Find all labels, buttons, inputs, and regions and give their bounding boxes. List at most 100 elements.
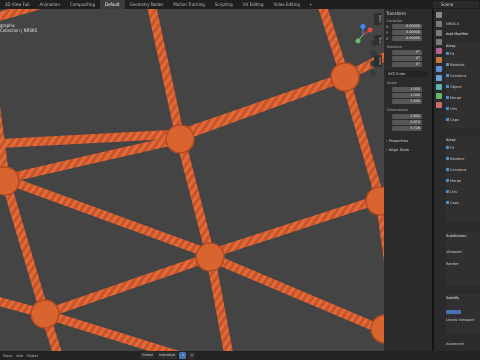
sidebar-tab-tool[interactable]: Tool bbox=[374, 34, 382, 46]
subdivision-name[interactable]: Subdivision bbox=[446, 234, 467, 238]
proportional-edit-icon[interactable]: ◎ bbox=[188, 352, 196, 359]
modifier-row-constant[interactable]: Constant bbox=[446, 168, 466, 172]
tab-3d-view-full[interactable]: 3D View Full bbox=[0, 0, 35, 9]
location-z-field[interactable]: 0.00000 bbox=[392, 36, 422, 41]
rotation-mode-select[interactable]: XYZ Euler bbox=[386, 71, 428, 77]
checkbox-icon[interactable] bbox=[446, 179, 449, 182]
output-icon[interactable] bbox=[435, 30, 442, 36]
modifier-row-label: UVs bbox=[450, 190, 457, 194]
modifier-row-uvs[interactable]: UVs bbox=[446, 190, 457, 194]
modifier-row-merge[interactable]: Merge bbox=[446, 96, 461, 100]
modifier-row-fit[interactable]: Fit bbox=[446, 146, 454, 150]
modifier-row-label: Merge bbox=[450, 179, 462, 183]
modifier-row-caps[interactable]: Caps bbox=[446, 201, 459, 205]
properties-section[interactable]: › Properties bbox=[386, 138, 408, 143]
rotation-z-field[interactable]: 0° bbox=[392, 62, 422, 67]
subdiv-viewport-row[interactable]: Viewport bbox=[446, 250, 462, 254]
modifier-row-constant[interactable]: Constant bbox=[446, 74, 466, 78]
object-name[interactable]: NRSK-5 bbox=[446, 22, 459, 26]
modifier-row-caps[interactable]: Caps bbox=[446, 118, 459, 122]
solidify-name[interactable]: Solidify bbox=[446, 296, 459, 300]
modifier-row-relative[interactable]: Relative bbox=[446, 63, 465, 67]
tab-default[interactable]: Default bbox=[99, 0, 125, 9]
checkbox-icon[interactable] bbox=[446, 201, 449, 204]
view-layer-icon[interactable] bbox=[435, 39, 442, 45]
viewport-tools: Global Individual ⌁ ◎ bbox=[140, 352, 196, 359]
checkbox-icon[interactable] bbox=[446, 190, 449, 193]
modifier-row-merge[interactable]: Merge bbox=[446, 179, 461, 183]
snap-toggle-icon[interactable]: ⌁ bbox=[179, 352, 187, 359]
tab-uv-editing[interactable]: UV Editing bbox=[238, 0, 269, 9]
pivot-select[interactable]: Individual bbox=[156, 352, 178, 359]
tab-video-editing[interactable]: Video Editing bbox=[269, 0, 305, 9]
array-1-name[interactable]: Array bbox=[446, 44, 456, 48]
scale-x-field[interactable]: 1.000 bbox=[392, 87, 422, 92]
scene-icon[interactable] bbox=[435, 48, 442, 54]
transform-header[interactable]: Transform bbox=[386, 11, 406, 16]
material-icon[interactable] bbox=[435, 102, 442, 108]
properties-tabs bbox=[434, 12, 443, 108]
dimensions-x-field[interactable]: 1.842 bbox=[392, 114, 422, 119]
tab-scripting[interactable]: Scripting bbox=[210, 0, 238, 9]
location-label: Location bbox=[387, 19, 403, 23]
object-icon[interactable] bbox=[435, 57, 442, 63]
add-workspace-button[interactable]: + bbox=[305, 0, 316, 9]
subdivision-modifier bbox=[446, 232, 480, 286]
checkbox-icon[interactable] bbox=[446, 52, 449, 55]
perspective-toggle-icon[interactable] bbox=[370, 70, 377, 77]
levels-viewport-row[interactable]: Levels Viewport bbox=[446, 318, 474, 322]
properties-section-label: Properties bbox=[388, 138, 408, 143]
subdiv-render-row[interactable]: Render bbox=[446, 262, 459, 266]
scale-z-field[interactable]: 1.000 bbox=[392, 99, 422, 104]
checkbox-icon[interactable] bbox=[446, 118, 449, 121]
dimensions-label: Dimensions bbox=[387, 108, 408, 112]
render-icon[interactable] bbox=[435, 21, 442, 27]
3d-viewport[interactable]: graphic Collection | NRSKS bbox=[0, 9, 432, 351]
modifier-row-object[interactable]: Object bbox=[446, 85, 462, 89]
modifier-row-label: Constant bbox=[450, 168, 467, 172]
checkbox-icon[interactable] bbox=[446, 63, 449, 66]
rotation-x-field[interactable]: 0° bbox=[392, 50, 422, 55]
dimensions-y-field[interactable]: 0.874 bbox=[392, 120, 422, 125]
solidify-active-row[interactable] bbox=[446, 310, 462, 314]
checkbox-icon[interactable] bbox=[446, 146, 449, 149]
align-tools-section[interactable]: › Align Tools bbox=[386, 147, 409, 152]
advanced-section[interactable]: Advanced bbox=[446, 342, 464, 346]
location-y-field[interactable]: 0.00000 bbox=[392, 30, 422, 35]
modifier-row-label: Fit bbox=[450, 52, 455, 56]
checkbox-icon[interactable] bbox=[446, 107, 449, 110]
axis-y: Y bbox=[386, 31, 389, 35]
status-left: Move Add Object bbox=[0, 354, 38, 358]
orientation-select[interactable]: Global bbox=[140, 352, 155, 359]
physics-icon[interactable] bbox=[435, 84, 442, 90]
particles-icon[interactable] bbox=[435, 75, 442, 81]
checkbox-icon[interactable] bbox=[446, 96, 449, 99]
tab-compositing[interactable]: Compositing bbox=[65, 0, 100, 9]
scene-selector[interactable]: Scene bbox=[433, 1, 479, 8]
checkbox-icon[interactable] bbox=[446, 85, 449, 88]
checkbox-icon[interactable] bbox=[446, 74, 449, 77]
modifier-wrench-icon[interactable] bbox=[435, 66, 442, 72]
array-2-name[interactable]: Array bbox=[446, 138, 456, 142]
rotation-y-field[interactable]: 0° bbox=[392, 56, 422, 61]
sidebar-tab-item[interactable]: Item bbox=[374, 13, 382, 25]
tab-animation[interactable]: Animation bbox=[35, 0, 65, 9]
data-icon[interactable] bbox=[435, 93, 442, 99]
scale-y-field[interactable]: 1.000 bbox=[392, 93, 422, 98]
modifier-row-fit[interactable]: Fit bbox=[446, 52, 454, 56]
scene-label: Scene bbox=[441, 2, 454, 7]
dimensions-z-field[interactable]: 0.726 bbox=[392, 126, 422, 131]
tool-icon[interactable] bbox=[435, 12, 442, 18]
sidebar-tab-view[interactable]: View bbox=[374, 55, 382, 68]
checkbox-icon[interactable] bbox=[446, 168, 449, 171]
add-modifier-button[interactable]: Add Modifier bbox=[446, 32, 469, 36]
tab-geometry-nodes[interactable]: Geometry Nodes bbox=[125, 0, 169, 9]
rotation-label: Rotation bbox=[387, 45, 403, 49]
checkbox-icon[interactable] bbox=[446, 157, 449, 160]
modifier-row-relative[interactable]: Relative bbox=[446, 157, 465, 161]
modifier-row-uvs[interactable]: UVs bbox=[446, 107, 457, 111]
modifier-row-label: Fit bbox=[450, 146, 455, 150]
location-x-field[interactable]: 0.00000 bbox=[392, 24, 422, 29]
tab-motion-tracking[interactable]: Motion Tracking bbox=[168, 0, 209, 9]
scale-label: Scale bbox=[387, 81, 397, 85]
